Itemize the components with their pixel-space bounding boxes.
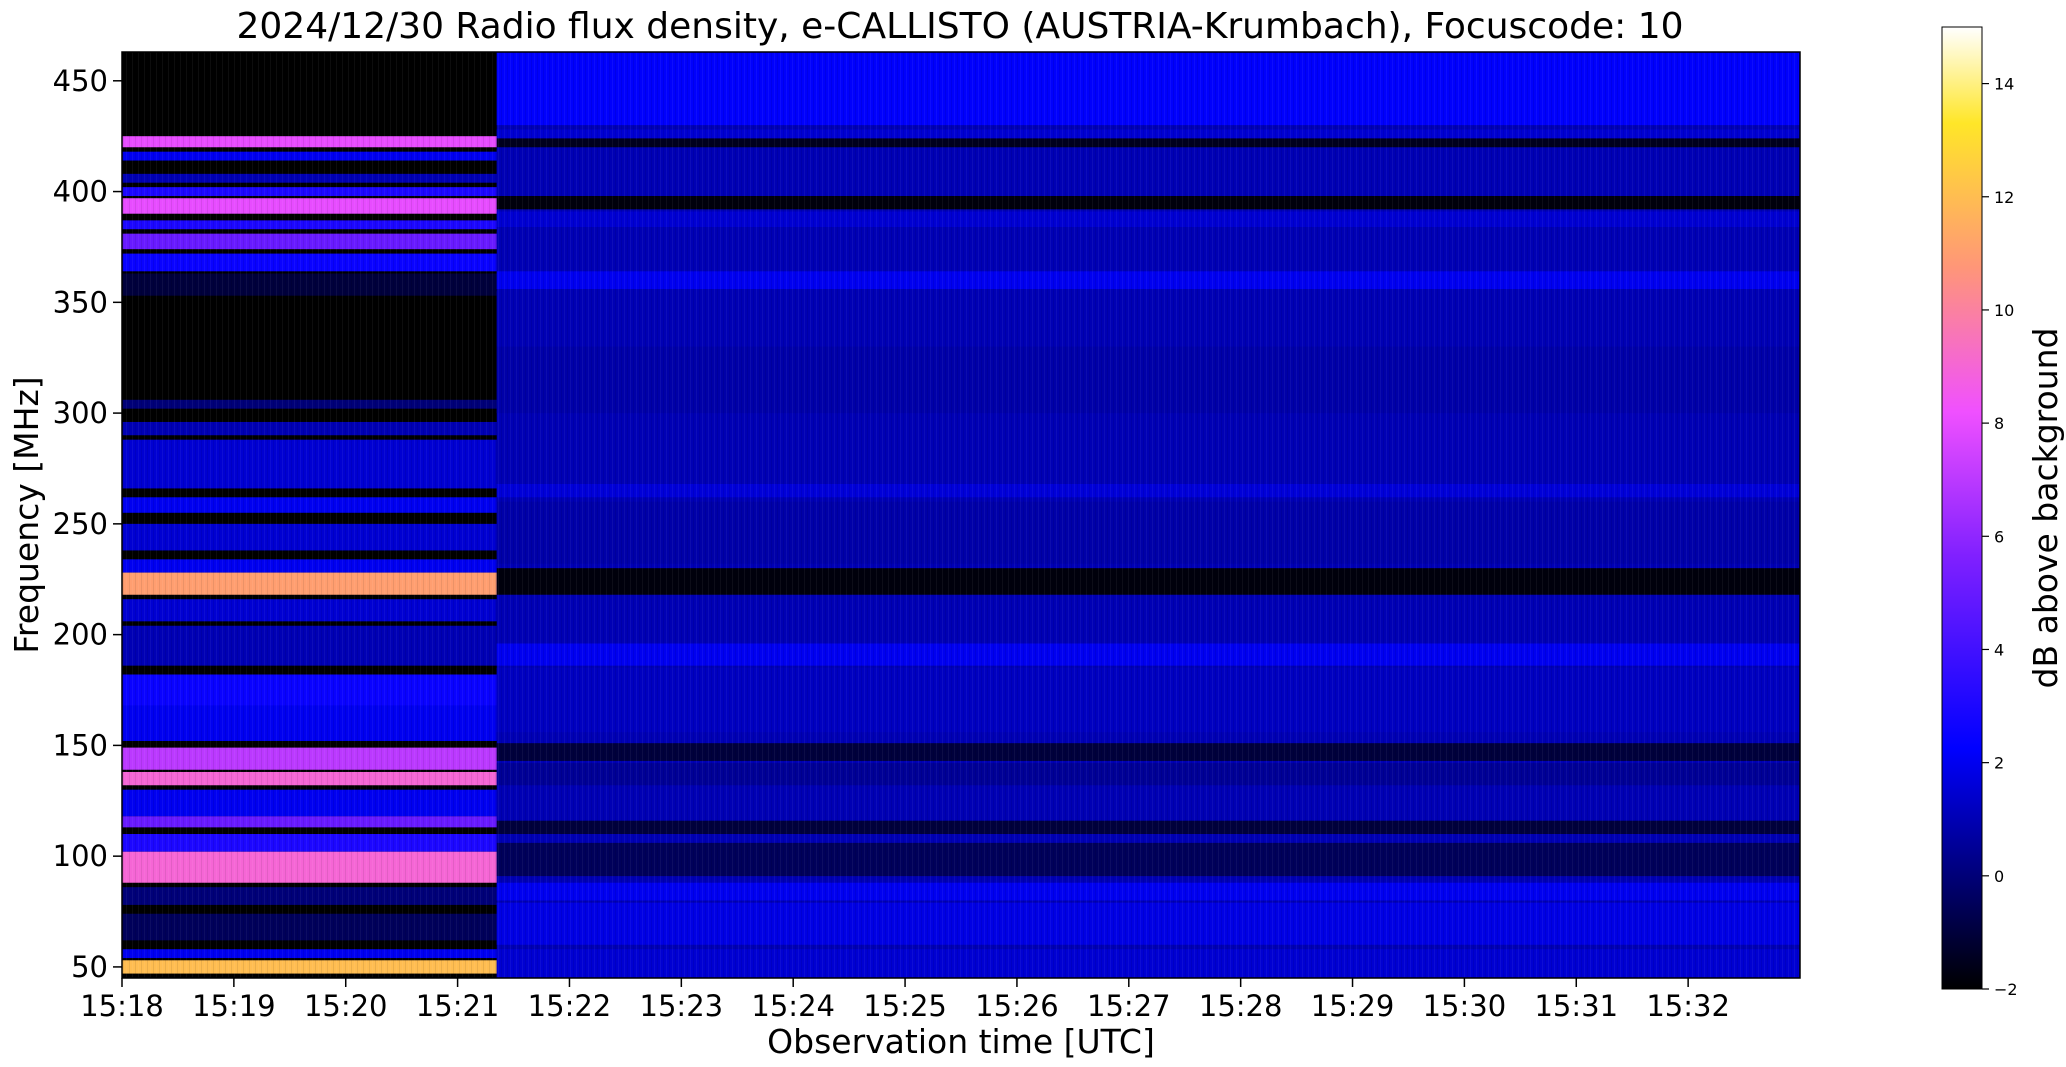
x-tick-label: 15:19 [192, 989, 276, 1023]
colorbar-tick-label: 8 [1994, 414, 2004, 433]
colorbar-tick-label: 2 [1994, 754, 2004, 773]
x-tick-label: 15:18 [80, 989, 164, 1023]
colorbar-tick-label: 14 [1994, 75, 2014, 94]
y-tick-label: 300 [53, 396, 108, 430]
colorbar: −2 0 2 4 6 8 10 12 14 dB above background [1941, 26, 2065, 999]
x-tick-label: 15:28 [1199, 989, 1283, 1023]
x-tick-label: 15:27 [1087, 989, 1171, 1023]
x-tick-label: 15:20 [304, 989, 388, 1023]
x-axis-label: Observation time [UTC] [767, 1022, 1155, 1061]
x-tick-label: 15:25 [863, 989, 947, 1023]
y-axis-label: Frequency [MHz] [7, 376, 46, 653]
x-tick-label: 15:23 [640, 989, 724, 1023]
y-tick-label: 50 [71, 950, 108, 984]
y-tick-label: 450 [53, 64, 108, 98]
x-tick-label: 15:22 [528, 989, 612, 1023]
x-axis: 15:18 15:19 15:20 15:21 15:22 15:23 15:24 15:25… [80, 978, 1730, 1023]
chart-title: 2024/12/30 Radio flux density, e-CALLIST… [237, 6, 1684, 47]
y-tick-label: 250 [53, 507, 108, 541]
colorbar-tick-label: 10 [1994, 301, 2014, 320]
colorbar-gradient [1941, 26, 1983, 990]
x-tick-label: 15:32 [1646, 989, 1730, 1023]
y-axis: 50 100 150 200 250 300 350 400 450 [53, 64, 122, 984]
colorbar-tick-label: 12 [1994, 188, 2014, 207]
y-tick-label: 100 [53, 839, 108, 873]
y-tick-label: 350 [53, 285, 108, 319]
y-tick-label: 200 [53, 618, 108, 652]
y-tick-label: 150 [53, 728, 108, 762]
spectrogram-figure: 2024/12/30 Radio flux density, e-CALLIST… [7, 6, 2065, 1061]
colorbar-tick-label: 0 [1994, 867, 2004, 886]
y-tick-label: 400 [53, 175, 108, 209]
x-tick-label: 15:24 [751, 989, 835, 1023]
colorbar-tick-label: 6 [1994, 527, 2004, 546]
colorbar-tick-label: 4 [1994, 640, 2004, 659]
x-tick-label: 15:30 [1423, 989, 1507, 1023]
colorbar-tick-label: −2 [1994, 980, 2018, 999]
x-tick-label: 15:21 [416, 989, 500, 1023]
texture-overlay [122, 52, 1800, 978]
colorbar-label: dB above background [2026, 328, 2065, 689]
colorbar-ticks: −2 0 2 4 6 8 10 12 14 [1982, 75, 2018, 999]
x-tick-label: 15:29 [1311, 989, 1395, 1023]
x-tick-label: 15:31 [1534, 989, 1618, 1023]
plot-area [121, 51, 1801, 979]
x-tick-label: 15:26 [975, 989, 1059, 1023]
